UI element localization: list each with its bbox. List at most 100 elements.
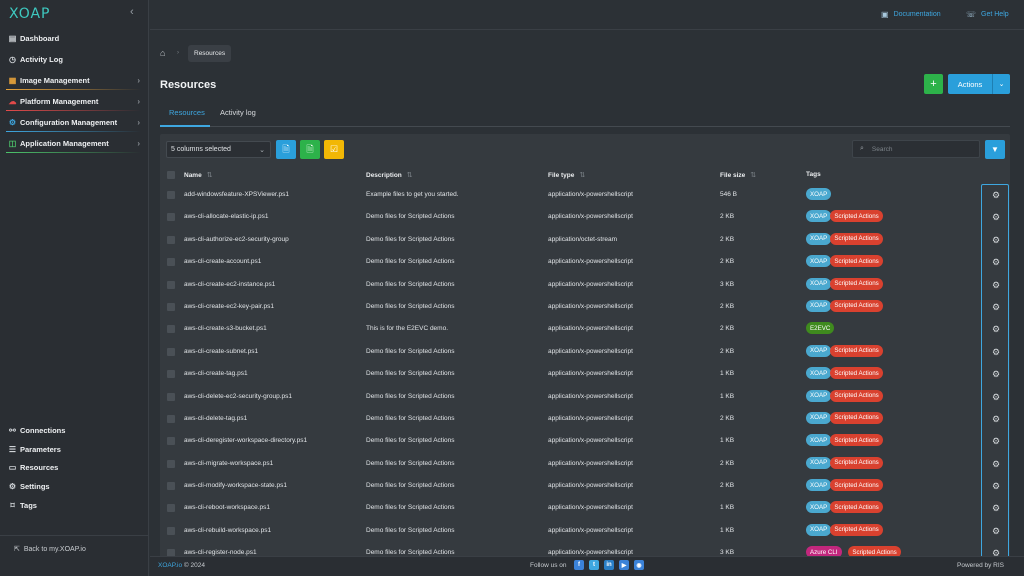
row-checkbox[interactable]	[167, 235, 175, 244]
tab-resources[interactable]: Resources	[169, 108, 205, 117]
sidebar-item-configuration-management[interactable]: ⚙ Configuration Management ›	[0, 112, 149, 133]
linkedin-icon[interactable]: in	[604, 560, 614, 570]
table-row[interactable]: aws-cli-create-tag.ps1 Demo files for Scr…	[160, 363, 1010, 385]
row-checkbox[interactable]	[167, 504, 175, 513]
collapse-sidebar-icon[interactable]: ‹	[130, 6, 134, 18]
add-resource-button[interactable]: +	[924, 74, 943, 94]
table-row[interactable]: add-windowsfeature-XPSViewer.ps1 Example …	[160, 184, 1010, 206]
column-header-file-type[interactable]: File type ⇅	[548, 171, 585, 180]
tag-badge: Scripted Actions	[830, 277, 883, 290]
sidebar-item-settings[interactable]: ⚙ Settings	[0, 477, 149, 496]
sidebar-item-connections[interactable]: ⚯ Connections	[0, 421, 149, 440]
sort-icon[interactable]: ⇅	[207, 171, 213, 179]
chevron-down-icon[interactable]: ⌄	[993, 80, 1010, 88]
row-checkbox[interactable]	[167, 526, 175, 535]
export-excel-button[interactable]: 🗎	[300, 140, 320, 159]
table-row[interactable]: aws-cli-migrate-workspace.ps1 Demo files …	[160, 453, 1010, 475]
get-help-link[interactable]: ☏ Get Help	[966, 10, 1009, 19]
tag-badge: Scripted Actions	[830, 501, 883, 514]
cell-name: aws-cli-create-ec2-key-pair.ps1	[184, 302, 274, 310]
filter-button[interactable]: ▼	[985, 140, 1005, 159]
sidebar-item-resources[interactable]: ▭ Resources	[0, 458, 149, 477]
row-checkbox[interactable]	[167, 482, 175, 491]
nav-accent-underline	[6, 152, 141, 153]
github-icon[interactable]: ◉	[634, 560, 644, 570]
documentation-link[interactable]: ▣ Documentation	[881, 10, 941, 19]
table-header: Name ⇅ Description ⇅ File type ⇅ File size ⇅…	[160, 167, 1010, 184]
follow-us-label: Follow us on	[530, 562, 567, 569]
sort-icon[interactable]: ⇅	[407, 171, 413, 179]
tag-badge: Scripted Actions	[830, 210, 883, 223]
cell-description: Demo files for Scripted Actions	[366, 302, 455, 310]
table-row[interactable]: aws-cli-create-ec2-instance.ps1 Demo file…	[160, 274, 1010, 296]
tag-badge: Scripted Actions	[830, 456, 883, 469]
search-input[interactable]	[871, 145, 972, 153]
sidebar-item-application-management[interactable]: ◫ Application Management ›	[0, 133, 149, 154]
footer-brand-link[interactable]: XOAP.io	[158, 562, 182, 569]
row-checkbox[interactable]	[167, 437, 175, 446]
twitter-icon[interactable]: t	[589, 560, 599, 570]
column-selector[interactable]: 5 columns selected ⌄	[166, 141, 271, 158]
back-to-xoap-link[interactable]: ⇱ Back to my.XOAP.io	[14, 545, 86, 554]
export-selected-button[interactable]: ☑	[324, 140, 344, 159]
facebook-icon[interactable]: f	[574, 560, 584, 570]
actions-button[interactable]: Actions ⌄	[948, 74, 1010, 94]
row-checkbox[interactable]	[167, 370, 175, 379]
tab-activity-log[interactable]: Activity log	[220, 108, 256, 117]
table-row[interactable]: aws-cli-create-subnet.ps1 Demo files for …	[160, 341, 1010, 363]
row-checkbox[interactable]	[167, 213, 175, 222]
tag-badge: XOAP	[806, 344, 832, 357]
tag-badge: XOAP	[806, 501, 832, 514]
column-header-description[interactable]: Description ⇅	[366, 171, 413, 180]
sidebar-item-image-management[interactable]: ▦ Image Management ›	[0, 70, 149, 91]
sidebar-item-dashboard[interactable]: ▤ Dashboard	[0, 28, 149, 49]
cell-name: aws-cli-create-s3-bucket.ps1	[184, 325, 267, 333]
cell-description: Demo files for Scripted Actions	[366, 504, 455, 512]
cell-file-type: application/octet-stream	[548, 235, 618, 243]
table-row[interactable]: aws-cli-delete-ec2-security-group.ps1 Dem…	[160, 386, 1010, 408]
row-checkbox[interactable]	[167, 325, 175, 334]
tag-badge: XOAP	[806, 479, 832, 492]
row-checkbox[interactable]	[167, 258, 175, 267]
table-row[interactable]: aws-cli-deregister-workspace-directory.p…	[160, 430, 1010, 452]
column-header-file-size[interactable]: File size ⇅	[720, 171, 756, 180]
column-header-name[interactable]: Name ⇅	[184, 171, 213, 180]
table-row[interactable]: aws-cli-modify-workspace-state.ps1 Demo f…	[160, 475, 1010, 497]
table-row[interactable]: aws-cli-create-s3-bucket.ps1 This is for …	[160, 318, 1010, 340]
sidebar-item-platform-management[interactable]: ☁ Platform Management ›	[0, 91, 149, 112]
search-box[interactable]: ⌕	[852, 140, 980, 158]
home-icon[interactable]: ⌂	[160, 48, 165, 58]
clock-icon: ◷	[9, 55, 16, 64]
sidebar-item-activity-log[interactable]: ◷ Activity Log	[0, 49, 149, 70]
row-checkbox[interactable]	[167, 347, 175, 356]
table-row[interactable]: aws-cli-allocate-elastic-ip.ps1 Demo file…	[160, 206, 1010, 228]
xoap-logo[interactable]: XOAP	[9, 6, 51, 22]
sort-icon[interactable]: ⇅	[579, 171, 585, 179]
sidebar-item-tags[interactable]: ⌑ Tags	[0, 496, 149, 515]
export-csv-button[interactable]: 🗎	[276, 140, 296, 159]
row-checkbox[interactable]	[167, 191, 175, 199]
table-row[interactable]: aws-cli-create-account.ps1 Demo files for…	[160, 251, 1010, 273]
sidebar-item-label: Application Management	[20, 139, 109, 148]
exit-icon: ⇱	[14, 546, 20, 553]
chevron-down-icon: ⌄	[259, 146, 265, 154]
cell-name: aws-cli-authorize-ec2-security-group	[184, 235, 289, 243]
row-checkbox[interactable]	[167, 459, 175, 468]
tag-badge: XOAP	[806, 299, 832, 312]
link-icon: ⚯	[9, 425, 16, 435]
table-row[interactable]: aws-cli-delete-tag.ps1 Demo files for Scr…	[160, 408, 1010, 430]
row-checkbox[interactable]	[167, 392, 175, 401]
row-checkbox[interactable]	[167, 414, 175, 423]
select-all-checkbox[interactable]	[167, 171, 175, 179]
sidebar-item-parameters[interactable]: ☰ Parameters	[0, 440, 149, 459]
row-checkbox[interactable]	[167, 280, 175, 289]
table-row[interactable]: aws-cli-create-ec2-key-pair.ps1 Demo file…	[160, 296, 1010, 318]
table-row[interactable]: aws-cli-authorize-ec2-security-group Demo…	[160, 229, 1010, 251]
sort-icon[interactable]: ⇅	[750, 171, 756, 179]
table-row[interactable]: aws-cli-reboot-workspace.ps1 Demo files f…	[160, 497, 1010, 519]
youtube-icon[interactable]: ▶	[619, 560, 629, 570]
cell-file-size: 1 KB	[720, 526, 735, 534]
row-checkbox[interactable]	[167, 302, 175, 311]
table-row[interactable]: aws-cli-rebuild-workspace.ps1 Demo files …	[160, 520, 1010, 542]
cell-file-type: application/x-powershellscript	[548, 526, 633, 534]
